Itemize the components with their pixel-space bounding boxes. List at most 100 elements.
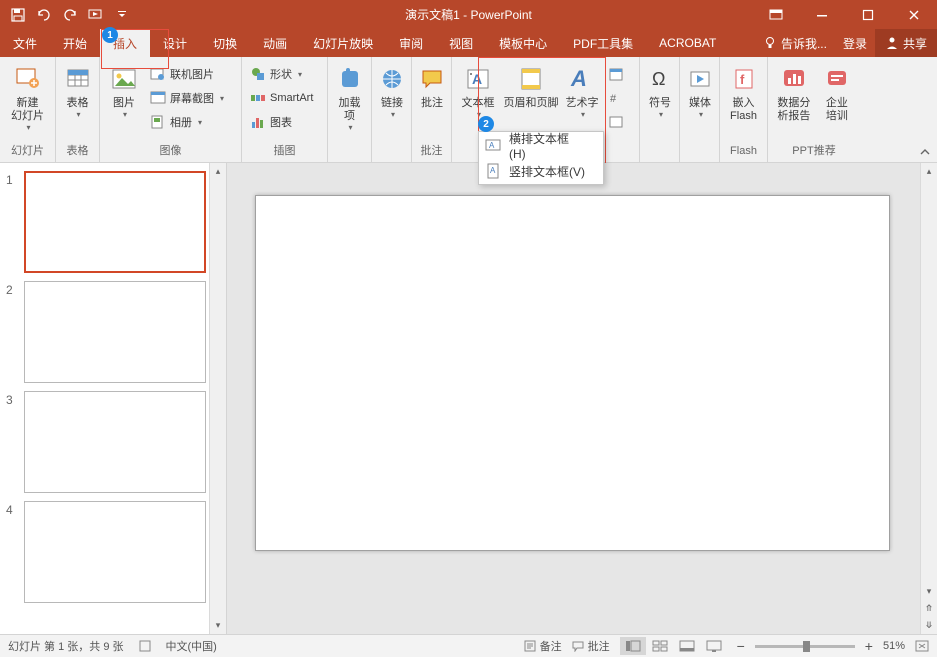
group-slides: 新建 幻灯片 ▾ 幻灯片: [0, 57, 56, 162]
data-analysis-button[interactable]: 数据分 析报告: [772, 60, 816, 140]
normal-view-button[interactable]: [620, 637, 646, 655]
slide-thumbnail-panel: 1 2 3 4 ▴ ▾: [0, 163, 227, 634]
scroll-up-button[interactable]: ▴: [210, 163, 226, 180]
spell-check-icon[interactable]: [138, 639, 152, 653]
reading-view-button[interactable]: [674, 637, 700, 655]
editor-scrollbar[interactable]: ▴ ▾ ⤊ ⤋: [920, 163, 937, 634]
undo-button[interactable]: [32, 3, 56, 27]
comment-bubble-icon: [572, 640, 584, 652]
shapes-button[interactable]: 形状▾: [246, 62, 317, 86]
photo-album-icon: [150, 114, 166, 130]
tab-view[interactable]: 视图: [436, 29, 486, 57]
scroll-up-button[interactable]: ▴: [921, 163, 937, 180]
enterprise-training-button[interactable]: 企业 培训: [818, 60, 856, 140]
thumbnail-1[interactable]: [24, 171, 206, 273]
thumbnail-scrollbar[interactable]: ▴ ▾: [209, 163, 226, 634]
horizontal-textbox-item[interactable]: A 横排文本框(H): [479, 132, 603, 158]
screenshot-button[interactable]: 屏幕截图▾: [146, 86, 228, 110]
previous-slide-button[interactable]: ⤊: [921, 600, 937, 617]
comments-toggle-button[interactable]: 批注: [572, 638, 610, 654]
date-time-button[interactable]: [604, 62, 628, 86]
chart-button[interactable]: 图表: [246, 110, 317, 134]
scroll-down-button[interactable]: ▾: [921, 583, 937, 600]
thumbnail-2[interactable]: [24, 281, 206, 383]
thumbnail-4[interactable]: [24, 501, 206, 603]
new-slide-button[interactable]: 新建 幻灯片 ▾: [4, 60, 51, 140]
slide-editor: ▴ ▾ ⤊ ⤋: [227, 163, 937, 634]
smartart-button[interactable]: SmartArt: [246, 86, 317, 110]
chart-icon: [250, 114, 266, 130]
tab-insert[interactable]: 插入: [100, 29, 150, 57]
tab-slideshow[interactable]: 幻灯片放映: [300, 29, 386, 57]
table-button[interactable]: 表格 ▾: [60, 60, 95, 140]
slideshow-view-button[interactable]: [701, 637, 727, 655]
wordart-button[interactable]: A 艺术字 ▾: [562, 60, 602, 140]
thumbnail-row-3[interactable]: 3: [0, 383, 226, 493]
media-button[interactable]: 媒体 ▾: [684, 60, 716, 140]
tab-review[interactable]: 审阅: [386, 29, 436, 57]
comment-button[interactable]: 批注: [416, 60, 448, 140]
thumbnail-3[interactable]: [24, 391, 206, 493]
links-button[interactable]: 链接 ▾: [376, 60, 408, 140]
online-pictures-button[interactable]: 联机图片: [146, 62, 228, 86]
tab-home[interactable]: 开始: [50, 29, 100, 57]
zoom-out-button[interactable]: −: [737, 638, 745, 654]
slide-number-button[interactable]: #: [604, 86, 628, 110]
close-button[interactable]: [891, 0, 937, 29]
next-slide-button[interactable]: ⤋: [921, 617, 937, 634]
addins-button[interactable]: 加载 项 ▾: [332, 60, 367, 140]
comment-label: 批注: [421, 97, 443, 110]
slide-canvas[interactable]: [255, 195, 890, 551]
minimize-button[interactable]: [799, 0, 845, 29]
save-button[interactable]: [6, 3, 30, 27]
language-label[interactable]: 中文(中国): [166, 638, 217, 654]
tab-pdf[interactable]: PDF工具集: [560, 29, 646, 57]
scroll-down-button[interactable]: ▾: [210, 617, 226, 634]
tab-file[interactable]: 文件: [0, 29, 50, 57]
group-ppt-recommend: 数据分 析报告 企业 培训 PPT推荐: [768, 57, 860, 162]
fit-to-window-button[interactable]: [915, 640, 929, 652]
svg-text:A: A: [490, 166, 496, 175]
notes-label: 备注: [540, 638, 562, 654]
group-comments: 批注 批注: [412, 57, 452, 162]
maximize-button[interactable]: [845, 0, 891, 29]
new-slide-icon: [12, 63, 44, 95]
status-bar: 幻灯片 第 1 张，共 9 张 中文(中国) 备注 批注 − + 51%: [0, 634, 937, 657]
group-flash: f 嵌入 Flash Flash: [720, 57, 768, 162]
start-from-beginning-button[interactable]: [84, 3, 108, 27]
zoom-slider-thumb[interactable]: [803, 641, 810, 652]
symbol-button[interactable]: Ω 符号 ▾: [644, 60, 676, 140]
tab-animations[interactable]: 动画: [250, 29, 300, 57]
embed-flash-button[interactable]: f 嵌入 Flash: [724, 60, 763, 140]
ribbon-display-options-button[interactable]: [753, 0, 799, 29]
pictures-button[interactable]: 图片 ▾: [104, 60, 144, 140]
zoom-level-label[interactable]: 51%: [883, 640, 905, 652]
photo-album-button[interactable]: 相册▾: [146, 110, 228, 134]
thumbnail-row-4[interactable]: 4: [0, 493, 226, 603]
qat-customize-button[interactable]: [110, 3, 134, 27]
redo-button[interactable]: [58, 3, 82, 27]
vertical-textbox-item[interactable]: A 竖排文本框(V): [479, 158, 603, 184]
zoom-in-button[interactable]: +: [865, 638, 873, 654]
tab-design[interactable]: 设计: [150, 29, 200, 57]
thumbnail-row-2[interactable]: 2: [0, 273, 226, 383]
training-icon: [821, 63, 853, 95]
tell-me-button[interactable]: 告诉我...: [755, 29, 835, 57]
svg-text:#: #: [610, 93, 617, 105]
group-illustrations-label: 插图: [246, 144, 323, 162]
zoom-slider[interactable]: [755, 645, 855, 648]
slide-sorter-view-button[interactable]: [647, 637, 673, 655]
tab-transitions[interactable]: 切换: [200, 29, 250, 57]
collapse-ribbon-button[interactable]: [919, 146, 933, 160]
header-footer-button[interactable]: 页眉和页脚: [502, 60, 560, 140]
object-button[interactable]: [604, 110, 628, 134]
notes-button[interactable]: 备注: [524, 638, 562, 654]
tell-me-label: 告诉我...: [781, 35, 827, 52]
login-button[interactable]: 登录: [835, 29, 875, 57]
textbox-button[interactable]: A 文本框 ▾: [456, 60, 500, 140]
thumbnail-number: 4: [6, 501, 20, 603]
tab-acrobat[interactable]: ACROBAT: [646, 29, 729, 57]
share-button[interactable]: 共享: [875, 29, 937, 57]
thumbnail-row-1[interactable]: 1: [0, 163, 226, 273]
tab-template[interactable]: 模板中心: [486, 29, 560, 57]
